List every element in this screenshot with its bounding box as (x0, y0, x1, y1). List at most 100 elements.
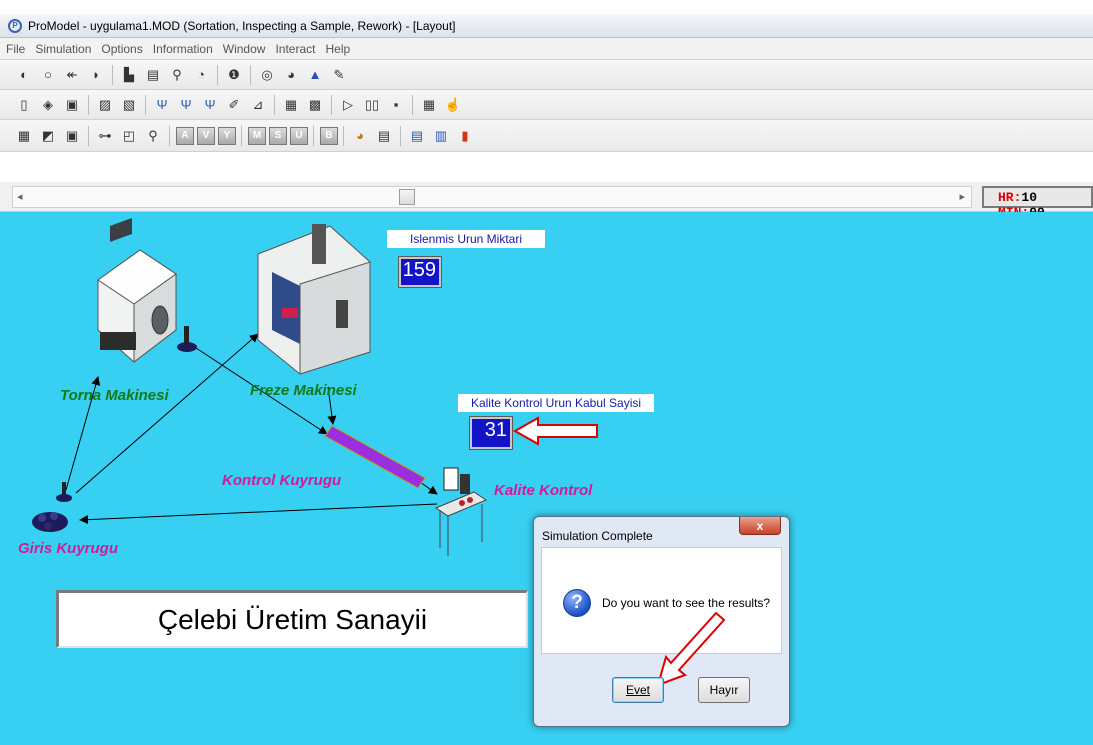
promodel-logo-icon: P (8, 18, 22, 33)
save-icon[interactable]: ▣ (62, 95, 82, 115)
arrivals-tool-icon[interactable]: ▤ (143, 65, 163, 85)
window-icon[interactable]: ◰ (119, 126, 139, 146)
variables-tool-icon[interactable]: ◔ (191, 65, 211, 85)
freze-machine-icon (257, 224, 371, 375)
new-file-icon[interactable]: ▯ (14, 95, 34, 115)
graphic-v-button[interactable]: V (197, 126, 215, 145)
counter-accepted-value: 31 (469, 416, 513, 450)
window-title: ProModel - uygulama1.MOD (Sortation, Ins… (28, 18, 456, 33)
toolbar-separator (241, 125, 242, 146)
slider-thumb[interactable] (399, 189, 415, 205)
toolbar-separator (274, 94, 275, 115)
toolbar-separator (412, 94, 413, 115)
export-icon[interactable]: ▤ (407, 126, 427, 146)
pointer-icon[interactable]: ☝ (443, 95, 463, 115)
animation-speed-slider[interactable]: ◂ ▸ (12, 186, 972, 208)
scroll-left-icon[interactable]: ◂ (17, 190, 23, 203)
toolbar-separator (331, 94, 332, 115)
model-icon[interactable]: ▨ (95, 95, 115, 115)
print-icon[interactable]: ▣ (62, 126, 82, 146)
kalite-kontrol-label: Kalite Kontrol (494, 482, 593, 499)
copy-icon[interactable]: ▩ (305, 95, 325, 115)
shift-icon[interactable]: ◎ (257, 65, 277, 85)
menu-options[interactable]: Options (101, 42, 142, 56)
graphic-s-button[interactable]: S (269, 126, 287, 145)
path-to-freze (75, 333, 259, 494)
graphic-y-button[interactable]: Y (218, 126, 236, 145)
table-icon[interactable]: ▦ (14, 126, 34, 146)
pause-icon[interactable]: ▯▯ (362, 95, 382, 115)
graph-icon[interactable]: ⊿ (248, 95, 268, 115)
freze-makinesi-label: Freze Makinesi (250, 382, 357, 399)
report-icon[interactable]: ▤ (374, 126, 394, 146)
info-icon[interactable]: ❶ (224, 65, 244, 85)
kalite-kontrol-station-icon (434, 467, 488, 556)
resource-icon[interactable]: Ψ (176, 95, 196, 115)
edit-icon[interactable]: ✐ (224, 95, 244, 115)
path-to-kalite (419, 481, 438, 495)
toolbar-separator (88, 125, 89, 146)
toolbar-separator (169, 125, 170, 146)
stop-icon[interactable]: ▪ (386, 95, 406, 115)
animation-icon[interactable]: ◕ (350, 126, 370, 146)
counter-processed-value: 159 (398, 256, 442, 288)
toolbar-file: ▯ ◈ ▣ ▨ ▧ Ψ Ψ Ψ ✐ ⊿ ▦ ▩ ▷ ▯▯ ▪ ▦ ☝ (0, 90, 1093, 120)
path-tool-icon[interactable]: ↞ (62, 65, 82, 85)
evet-label: Evet (625, 683, 650, 697)
clock-hr-label: HR: (998, 190, 1022, 205)
macro-icon[interactable]: ◕ (281, 65, 301, 85)
scroll-right-icon[interactable]: ▸ (959, 190, 965, 203)
open-file-icon[interactable]: ◈ (38, 95, 58, 115)
menu-help[interactable]: Help (325, 42, 350, 56)
menu-bar: File Simulation Options Information Wind… (0, 38, 1093, 60)
toolbar-build: ◐ ○ ↞ ◗ ▙ ▤ ⚲ ◔ ❶ ◎ ◕ ▲ ✎ (0, 60, 1093, 90)
counter-title-processed: Islenmis Urun Miktari (387, 230, 545, 248)
menu-information[interactable]: Information (153, 42, 213, 56)
menu-simulation[interactable]: Simulation (35, 42, 91, 56)
kontrol-kuyrugu-label: Kontrol Kuyrugu (222, 472, 342, 489)
wrench-icon[interactable]: ✎ (329, 65, 349, 85)
toolbar-separator (145, 94, 146, 115)
giris-kuyrugu-label: Giris Kuyrugu (18, 540, 119, 557)
attributes-tool-icon[interactable]: ⚲ (167, 65, 187, 85)
run-icon[interactable]: ▷ (338, 95, 358, 115)
graphic-u-button[interactable]: U (290, 126, 308, 145)
torna-makinesi-label: Torna Makinesi (60, 387, 169, 404)
red-arrow-pointer-icon (512, 416, 598, 446)
toolbar-separator (88, 94, 89, 115)
zoom-icon[interactable]: ⚲ (143, 126, 163, 146)
graphic-b-button[interactable]: B (320, 126, 338, 145)
menu-window[interactable]: Window (223, 42, 266, 56)
arrival-icon[interactable]: Ψ (200, 95, 220, 115)
alert-icon[interactable]: ▮ (455, 126, 475, 146)
chart-icon[interactable]: ◩ (38, 126, 58, 146)
path-icon[interactable]: Ψ (152, 95, 172, 115)
layout-icon[interactable]: ▦ (281, 95, 301, 115)
evet-button[interactable]: Evet (612, 677, 664, 703)
hayir-button[interactable]: Hayır (698, 677, 750, 703)
menu-file[interactable]: File (6, 42, 25, 56)
company-name-banner: Çelebi Üretim Sanayii (56, 590, 528, 648)
speed-clock-bar: ◂ ▸ HR:10 MIN:00 (0, 182, 1093, 220)
graphic-a-button[interactable]: A (176, 126, 194, 145)
toolbar-view: ▦ ◩ ▣ ⊶ ◰ ⚲ A V Y M S U B ◕ ▤ ▤ ▥ ▮ (0, 120, 1093, 152)
entity-tool-icon[interactable]: ○ (38, 65, 58, 85)
menu-interact[interactable]: Interact (275, 42, 315, 56)
build-icon[interactable]: ▧ (119, 95, 139, 115)
toolbar-separator (343, 125, 344, 146)
import-icon[interactable]: ▥ (431, 126, 451, 146)
clock-hr-value: 10 (1021, 190, 1038, 205)
simulation-clock: HR:10 MIN:00 (982, 186, 1093, 220)
grid-icon[interactable]: ▦ (419, 95, 439, 115)
resource-tool-icon[interactable]: ◗ (86, 65, 106, 85)
toolbar-separator (250, 64, 251, 85)
triangle-icon[interactable]: ▲ (305, 65, 325, 85)
graphic-m-button[interactable]: M (248, 126, 266, 145)
toolbar-separator (217, 64, 218, 85)
view-icon[interactable]: ⊶ (95, 126, 115, 146)
processing-tool-icon[interactable]: ▙ (119, 65, 139, 85)
promodel-window: P ProModel - uygulama1.MOD (Sortation, I… (0, 0, 1093, 745)
hayir-label: Hayır (709, 683, 739, 697)
location-tool-icon[interactable]: ◐ (14, 65, 34, 85)
counter-title-accepted: Kalite Kontrol Urun Kabul Sayisi (458, 394, 654, 412)
